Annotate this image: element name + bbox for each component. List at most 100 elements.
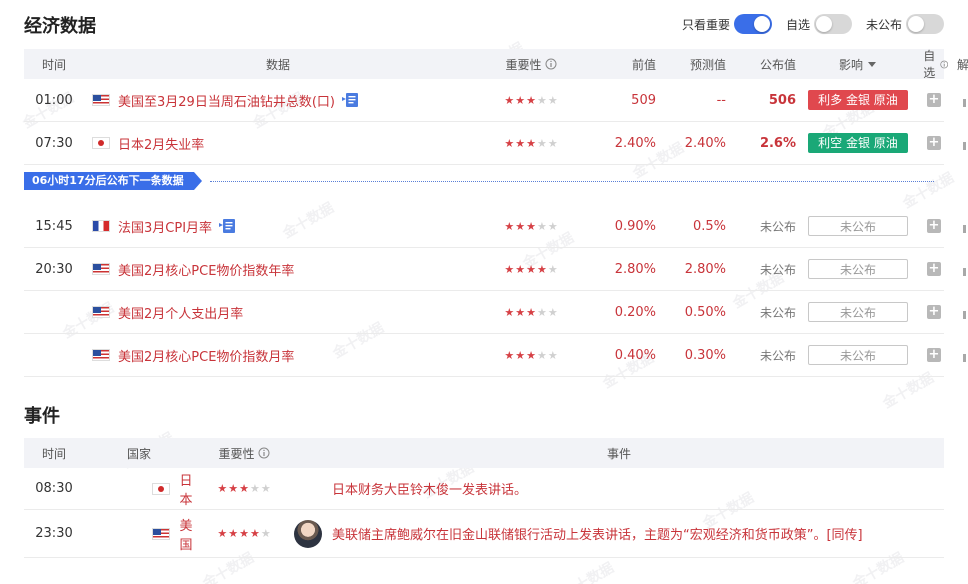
plus-icon[interactable]: +	[927, 262, 941, 276]
header-effect[interactable]: 影响	[796, 56, 920, 73]
econ-rows-released: 01:00 美国至3月29日当周石油钻井总数(口) ★ ★ ★ ★ ★ 509 -- 506 利多 …	[24, 79, 968, 165]
favorites-switch[interactable]	[813, 14, 852, 34]
indicator-name-link[interactable]: 美国至3月29日当周石油钻井总数(口)	[118, 91, 335, 110]
star-icon: ★	[547, 93, 558, 107]
row-event[interactable]: 美联储主席鲍威尔在旧金山联储银行活动上发表讲话，主题为“宏观经济和货币政策”。[…	[294, 519, 944, 548]
row-time: 07:30	[35, 135, 73, 151]
unreleased-switch[interactable]	[906, 14, 944, 34]
plus-icon[interactable]: +	[927, 348, 941, 362]
indicator-name-link[interactable]: 法国3月CPI月率	[118, 217, 212, 236]
table-row[interactable]: 07:30 日本2月失业率 ★ ★ ★ ★ ★ 2.40% 2.40% 2.6% 利空 金银 原油 +	[24, 122, 968, 165]
header-importance-label: 重要性	[505, 57, 542, 72]
table-row[interactable]: 15:45 法国3月CPI月率 ★ ★ ★ ★ ★ 0.90% 0.5% 未公布 未公布 +	[24, 205, 968, 248]
info-icon[interactable]	[939, 59, 948, 70]
flag-us-icon	[92, 306, 110, 318]
row-indicator[interactable]: 美国2月核心PCE物价指数年率	[84, 260, 472, 279]
flag-fr-icon	[92, 220, 110, 232]
switch-knob	[815, 16, 832, 32]
info-icon[interactable]	[258, 447, 270, 459]
event-text[interactable]: 美联储主席鲍威尔在旧金山联储银行活动上发表讲话，主题为“宏观经济和货币政策”。[…	[332, 524, 863, 543]
toggle-label: 只看重要	[681, 17, 730, 32]
effect-badge: 未公布	[808, 345, 908, 365]
star-icon: ★	[515, 93, 526, 107]
flag-us-icon	[92, 94, 110, 106]
row-indicator[interactable]: 法国3月CPI月率	[84, 217, 472, 236]
row-prev: 0.20%	[614, 304, 656, 320]
row-importance: ★ ★ ★ ★ ★	[194, 483, 294, 494]
indicator-name-link[interactable]: 美国2月核心PCE物价指数月率	[118, 346, 294, 365]
row-time: 23:30	[35, 526, 73, 541]
toggle-favorites[interactable]: 自选	[786, 14, 852, 34]
row-prev: 2.80%	[614, 261, 656, 277]
event-text[interactable]: 日本财务大臣铃木俊一发表讲话。	[332, 479, 527, 498]
importance-stars: ★ ★ ★ ★ ★	[217, 528, 271, 539]
bar-chart-icon[interactable]	[962, 348, 968, 362]
table-row[interactable]: 23:30 美国 ★ ★ ★ ★ ★ 美联储主席鲍威尔在旧金山联储银行活动上发表讲话，主题为“…	[24, 510, 944, 558]
header-importance[interactable]: 重要性	[194, 445, 294, 462]
plus-icon[interactable]: +	[927, 93, 941, 107]
star-icon: ★	[504, 219, 515, 233]
row-forecast: 0.5%	[692, 218, 726, 234]
econ-section-title: 经济数据	[24, 16, 96, 37]
plus-icon[interactable]: +	[927, 219, 941, 233]
plus-icon[interactable]: +	[927, 136, 941, 150]
row-prev: 0.90%	[614, 218, 656, 234]
table-row[interactable]: 08:30 日本 ★ ★ ★ ★ ★ 日本财务大臣铃木俊一发表讲话。	[24, 468, 944, 510]
row-indicator[interactable]: 日本2月失业率	[84, 134, 472, 153]
star-icon: ★	[217, 527, 228, 540]
star-icon: ★	[526, 262, 536, 276]
document-icon[interactable]	[341, 92, 359, 108]
toggle-unreleased[interactable]: 未公布	[866, 14, 944, 34]
bar-chart-icon[interactable]	[962, 93, 968, 107]
plus-icon[interactable]: +	[927, 305, 941, 319]
table-row[interactable]: 美国2月核心PCE物价指数月率 ★ ★ ★ ★ ★ 0.40% 0.30% 未公布 未公布 +	[24, 334, 968, 377]
effect-badge: 未公布	[808, 302, 908, 322]
info-icon[interactable]	[545, 58, 557, 70]
bar-chart-icon[interactable]	[962, 262, 968, 276]
events-table-header: 时间 国家 重要性 事件	[24, 438, 944, 468]
table-row[interactable]: 美国2月个人支出月率 ★ ★ ★ ★ ★ 0.20% 0.50% 未公布 未公布 +	[24, 291, 968, 334]
row-fav: +	[920, 93, 948, 107]
star-icon: ★	[547, 305, 558, 319]
row-time: 20:30	[35, 261, 73, 277]
row-actual: 未公布	[759, 219, 796, 234]
importance-stars: ★ ★ ★ ★ ★	[504, 221, 558, 232]
header-actual: 公布值	[759, 57, 796, 72]
row-event[interactable]: 日本财务大臣铃木俊一发表讲话。	[294, 479, 944, 498]
row-analysis	[948, 348, 968, 362]
star-icon: ★	[504, 305, 515, 319]
star-icon: ★	[228, 482, 239, 495]
star-icon: ★	[547, 219, 558, 233]
indicator-name-link[interactable]: 美国2月个人支出月率	[118, 303, 243, 322]
header-effect-label: 影响	[838, 57, 863, 72]
toggle-important-only[interactable]: 只看重要	[682, 14, 772, 34]
indicator-name-link[interactable]: 美国2月核心PCE物价指数年率	[118, 260, 294, 279]
header-importance[interactable]: 重要性	[472, 56, 590, 73]
row-effect: 未公布	[796, 302, 920, 322]
table-row[interactable]: 20:30 美国2月核心PCE物价指数年率 ★ ★ ★ ★ ★ 2.80% 2.80% 未公布 未公…	[24, 248, 968, 291]
row-time: 15:45	[35, 218, 73, 234]
row-forecast: 2.80%	[684, 261, 726, 277]
row-indicator[interactable]: 美国2月个人支出月率	[84, 303, 472, 322]
flag-jp-icon	[152, 482, 170, 495]
row-indicator[interactable]: 美国2月核心PCE物价指数月率	[84, 346, 472, 365]
row-actual: 2.6%	[759, 135, 796, 151]
important-only-switch[interactable]	[733, 14, 772, 34]
row-indicator[interactable]: 美国至3月29日当周石油钻井总数(口)	[84, 91, 472, 110]
header-country: 国家	[126, 446, 151, 461]
bar-chart-icon[interactable]	[962, 219, 968, 233]
table-row[interactable]: 01:00 美国至3月29日当周石油钻井总数(口) ★ ★ ★ ★ ★ 509 -- 506 利多 …	[24, 79, 968, 122]
row-effect: 利多 金银 原油	[796, 90, 920, 110]
star-icon: ★	[515, 262, 526, 276]
triangle-down-icon[interactable]	[867, 59, 877, 69]
document-icon[interactable]	[218, 218, 236, 234]
effect-badge: 利多 金银 原油	[808, 90, 908, 110]
header-fav: 自选	[920, 47, 948, 81]
bar-chart-icon[interactable]	[962, 305, 968, 319]
indicator-name-link[interactable]: 日本2月失业率	[118, 134, 204, 153]
row-prev: 509	[631, 92, 656, 108]
star-icon: ★	[515, 305, 526, 319]
importance-stars: ★ ★ ★ ★ ★	[504, 95, 558, 106]
bar-chart-icon[interactable]	[962, 136, 968, 150]
row-importance: ★ ★ ★ ★ ★	[472, 221, 590, 232]
